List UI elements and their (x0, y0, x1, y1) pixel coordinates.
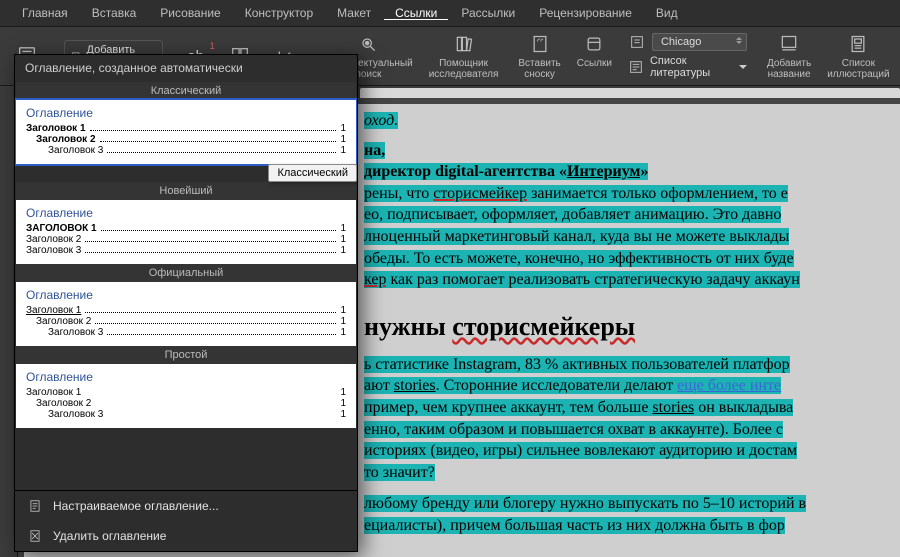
toc-style-formal[interactable]: Оглавление Заголовок 11 Заголовок 21 Заг… (16, 282, 356, 346)
text: он выкладыва (694, 399, 793, 416)
remove-toc-button[interactable]: Удалить оглавление (15, 521, 357, 551)
delete-icon (27, 528, 43, 544)
toc-category: Простой (16, 346, 356, 364)
lightbulb-icon (355, 31, 381, 57)
links-label: Ссылки (577, 59, 612, 70)
tab-references[interactable]: Ссылки (383, 2, 449, 26)
document-icon (27, 498, 43, 514)
toc-gallery-panel: Оглавление, созданное автоматически Клас… (14, 54, 358, 552)
text: ео, подписывает, оформляет, добавляет ан… (364, 206, 781, 223)
researcher-label: Помощник исследователя (429, 59, 499, 80)
links-button[interactable]: Ссылки (569, 31, 620, 81)
tab-mailings[interactable]: Рассылки (449, 2, 527, 26)
tab-view[interactable]: Вид (644, 2, 690, 26)
toc-style-modern[interactable]: Оглавление ЗАГОЛОВОК 11 Заголовок 21 Заг… (16, 200, 356, 264)
bibliography-group: Chicago Список литературы (620, 31, 755, 81)
text: ь статистике Instagram, 83 % активных по… (364, 356, 790, 373)
text: лноценный маркетинговый канал, куда вы н… (364, 228, 789, 245)
toc-tooltip: Классический (268, 164, 357, 182)
text: обеды. То есть можете, конечно, но эффек… (364, 250, 794, 267)
custom-toc-button[interactable]: Настраиваемое оглавление... (15, 491, 357, 521)
books-icon (451, 31, 477, 57)
text: директор digital-агентства « (364, 163, 567, 180)
text: как раз помогает реализовать стратегичес… (386, 271, 799, 288)
add-caption-label: Добавить название (767, 59, 811, 80)
tab-draw[interactable]: Рисование (148, 2, 232, 26)
heading-2: нужны сторисмейкеры (364, 309, 900, 344)
insert-footnote-label: Вставить сноску (518, 59, 560, 80)
remove-toc-label: Удалить оглавление (53, 529, 166, 543)
list-of-figures-label: Список иллюстраций (827, 59, 889, 80)
text: историях (видео, игры) сильнее вовлекают… (364, 442, 797, 459)
toc-panel-footer: Настраиваемое оглавление... Удалить огла… (15, 490, 357, 551)
tab-review[interactable]: Рецензирование (527, 2, 644, 26)
tab-design[interactable]: Конструктор (233, 2, 325, 26)
link-icon (581, 31, 607, 57)
text: то значит? (364, 464, 435, 481)
text: кер (364, 271, 386, 288)
researcher-button[interactable]: Помощник исследователя (421, 31, 507, 81)
tab-insert[interactable]: Вставка (80, 2, 149, 26)
text: оход. (364, 112, 398, 129)
text: . Сторонние исследователи делают (436, 377, 678, 394)
custom-toc-label: Настраиваемое оглавление... (53, 499, 219, 513)
toc-category: Новейший (16, 182, 356, 200)
citation-style-icon (628, 33, 646, 51)
add-caption-button[interactable]: Добавить название (759, 31, 819, 81)
bibliography-icon (628, 58, 644, 76)
toc-caption: Оглавление (26, 106, 346, 120)
text: stories (652, 399, 694, 416)
caption-icon (776, 31, 802, 57)
chevron-down-icon[interactable] (739, 65, 747, 69)
list-of-figures-button[interactable]: Список иллюстраций (819, 31, 897, 81)
insert-footnote-button[interactable]: Вставить сноску (510, 31, 568, 81)
toc-style-simple[interactable]: Оглавление Заголовок 11 Заголовок 21 Заг… (16, 364, 356, 428)
text: пример, чем крупнее аккаунт, тем больше (364, 399, 652, 416)
text: енно, таким образом и повышается охват в… (364, 421, 783, 438)
brand-link[interactable]: Интериум (567, 163, 640, 180)
text: ециалисты), причем большая часть из них … (364, 517, 785, 534)
toc-category: Классический (16, 82, 356, 100)
text: на, (364, 142, 385, 159)
toc-style-classic[interactable]: Оглавление Заголовок 11 Заголовок 21 Заг… (16, 100, 356, 164)
citation-style-select[interactable]: Chicago (652, 33, 747, 51)
tab-home[interactable]: Главная (10, 2, 80, 26)
text: stories (394, 377, 436, 394)
text: любому бренду или блогеру нужно выпускат… (364, 495, 806, 512)
text: ают (364, 377, 394, 394)
doc-link[interactable]: еще более инте (677, 377, 781, 394)
main-tabs: Главная Вставка Рисование Конструктор Ма… (0, 0, 900, 26)
bibliography-label[interactable]: Список литературы (650, 55, 731, 79)
tab-layout[interactable]: Макет (325, 2, 383, 26)
quote-icon (527, 31, 553, 57)
text: занимается только оформлением, то е (527, 185, 788, 202)
text: » (640, 163, 648, 180)
text: сторисмейкер (433, 185, 527, 202)
toc-panel-title: Оглавление, созданное автоматически (15, 55, 357, 81)
figures-list-icon (845, 31, 871, 57)
citation-style-value: Chicago (661, 36, 701, 48)
toc-category: Официальный (16, 264, 356, 282)
text: рены, что (364, 185, 433, 202)
